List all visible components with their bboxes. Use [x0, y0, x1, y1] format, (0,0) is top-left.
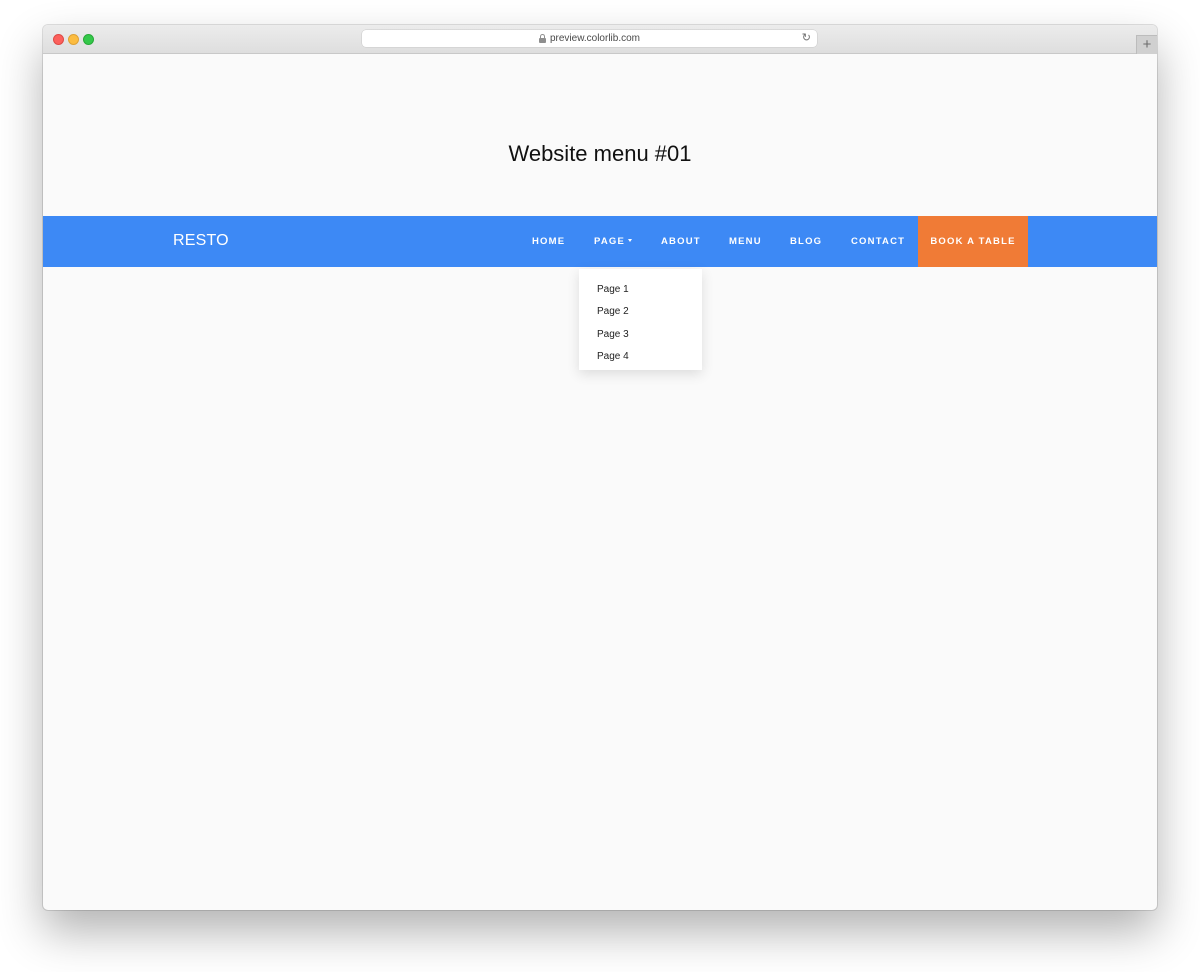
reload-icon[interactable]: ↻ — [802, 32, 811, 45]
nav-item-label: MENU — [729, 236, 762, 247]
nav-item-page[interactable]: PAGE — [594, 216, 633, 267]
browser-window: preview.colorlib.com ↻ + Website menu #0… — [43, 25, 1157, 910]
nav-item-home[interactable]: HOME — [532, 216, 565, 267]
nav-item-label: CONTACT — [851, 236, 906, 247]
dropdown-item-page-3[interactable]: Page 3 — [579, 324, 702, 346]
address-bar[interactable]: preview.colorlib.com ↻ — [362, 30, 817, 47]
dropdown-item-page-1[interactable]: Page 1 — [579, 279, 702, 301]
lock-icon — [538, 33, 546, 43]
brand-logo[interactable]: RESTO — [173, 232, 229, 250]
dropdown-item-page-2[interactable]: Page 2 — [579, 301, 702, 323]
dropdown-item-page-4[interactable]: Page 4 — [579, 346, 702, 368]
browser-titlebar: preview.colorlib.com ↻ + — [43, 25, 1157, 54]
nav-item-label: ABOUT — [661, 236, 701, 247]
zoom-window-button[interactable] — [83, 34, 94, 45]
nav-item-about[interactable]: ABOUT — [661, 216, 701, 267]
new-tab-button[interactable]: + — [1136, 35, 1157, 54]
book-table-button[interactable]: BOOK A TABLE — [918, 216, 1028, 267]
close-window-button[interactable] — [53, 34, 64, 45]
nav-item-contact[interactable]: CONTACT — [851, 216, 905, 267]
nav-item-label: BLOG — [790, 236, 823, 247]
minimize-window-button[interactable] — [68, 34, 79, 45]
nav-item-menu[interactable]: MENU — [729, 216, 762, 267]
site-navbar: RESTO HOME PAGE ABOUT MENU BLOG CONTACT … — [43, 216, 1157, 267]
page-title: Website menu #01 — [508, 141, 692, 166]
nav-item-label: PAGE — [594, 236, 626, 247]
nav-item-label: HOME — [532, 236, 566, 247]
page-dropdown-menu: Page 1 Page 2 Page 3 Page 4 — [579, 269, 702, 370]
address-bar-url: preview.colorlib.com — [549, 33, 641, 44]
nav-item-blog[interactable]: BLOG — [790, 216, 822, 267]
caret-down-icon — [628, 238, 633, 242]
